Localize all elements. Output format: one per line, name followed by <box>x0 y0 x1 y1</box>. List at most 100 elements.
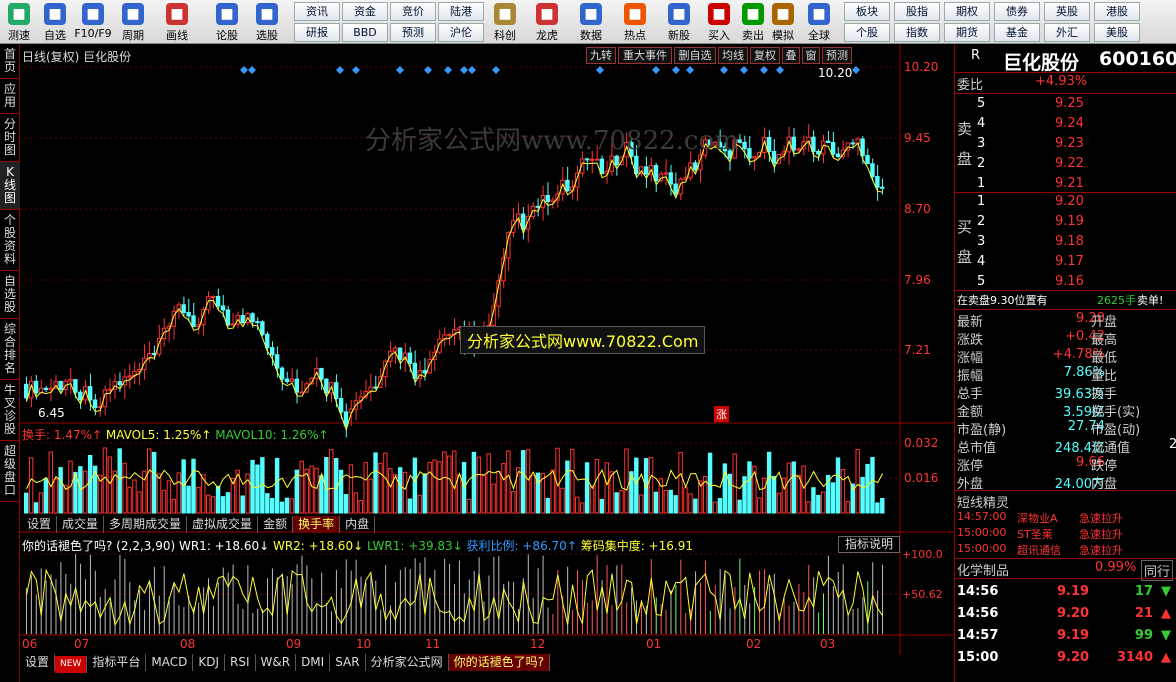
divider <box>955 490 1176 491</box>
toolbar-stock-pick-button[interactable]: ■ 选股 <box>248 0 286 44</box>
grid1-button[interactable]: 资金 <box>342 2 388 21</box>
candle-body <box>319 367 324 380</box>
quote-row: 14:56 9.19 17 ▼ <box>955 584 1176 602</box>
side-tab[interactable]: 自选股 <box>0 271 20 319</box>
stat-label2: 最低 <box>1091 351 1118 366</box>
candle-body <box>757 152 762 158</box>
quote-row: 14:56 9.20 21 ▲ <box>955 606 1176 624</box>
volume-tab[interactable]: 成交量 <box>57 516 105 533</box>
toolbar-ipo-button[interactable]: ■ 新股 <box>660 0 698 44</box>
volume-bar <box>102 447 108 514</box>
header-button[interactable]: 九转 <box>586 47 616 64</box>
side-tab[interactable]: 牛叉诊股 <box>0 380 20 441</box>
toolbar-star-button[interactable]: ■ 自选 <box>36 0 74 44</box>
grid1-button[interactable]: 陆港 <box>438 2 484 21</box>
volume-tab[interactable]: 多周期成交量 <box>104 516 188 533</box>
indicator-tab[interactable]: 你的话褪色了吗? <box>448 654 550 671</box>
header-button[interactable]: 叠 <box>782 47 800 64</box>
volume-bar <box>570 448 575 514</box>
side-tab[interactable]: 个股资料 <box>0 210 20 271</box>
candle-body <box>368 386 373 392</box>
toolbar-speed-test-button[interactable]: ■ 测速 <box>0 0 38 44</box>
header-button[interactable]: 窗 <box>802 47 820 64</box>
toolbar-dragon-tiger-button[interactable]: ■ 龙虎 <box>528 0 566 44</box>
vol-tick-label: 0.032 <box>904 436 938 450</box>
indicator-tab[interactable]: W&R <box>256 654 297 671</box>
volume-bar <box>206 494 211 514</box>
candle-body <box>545 194 550 202</box>
toolbar-hot-button[interactable]: ■ 热点 <box>616 0 654 44</box>
volume-tab[interactable]: 内盘 <box>340 516 376 533</box>
toolbar-data-button[interactable]: ■ 数据 <box>572 0 610 44</box>
candle-body <box>766 136 772 152</box>
grid1-button[interactable]: 沪伦 <box>438 23 484 42</box>
indicator-tab[interactable]: DMI <box>296 654 331 671</box>
grid1-button[interactable]: 竞价 <box>390 2 436 21</box>
volume-bar <box>771 475 777 514</box>
header-button[interactable]: 删自选 <box>674 47 716 64</box>
grid1-button[interactable]: 研报 <box>294 23 340 42</box>
side-tab[interactable]: K线图 <box>0 162 20 210</box>
grid2-button[interactable]: 港股 <box>1094 2 1140 21</box>
indicator-tab[interactable]: SAR <box>330 654 366 671</box>
indicator-tab[interactable]: 设置 <box>20 654 56 671</box>
grid2-button[interactable]: 期货 <box>944 23 990 42</box>
candle-body <box>309 377 314 385</box>
side-tab[interactable]: 应用 <box>0 79 20 114</box>
volume-bar <box>678 452 683 514</box>
grid2-button[interactable]: 美股 <box>1094 23 1140 42</box>
side-tab[interactable]: 分时图 <box>0 114 20 162</box>
volume-tab[interactable]: 设置 <box>22 516 58 533</box>
indicator-tab[interactable]: MACD <box>146 654 194 671</box>
volume-bar <box>486 453 491 514</box>
toolbar-simulate-button[interactable]: ■ 模拟 <box>764 0 802 44</box>
indicator-tab[interactable]: 指标平台 <box>87 654 147 671</box>
mavol10-value: MAVOL10: 1.26%↑ <box>215 428 329 442</box>
grid2-button[interactable]: 指数 <box>894 23 940 42</box>
indicator-tab[interactable]: KDJ <box>193 654 225 671</box>
toolbar-star-board-button[interactable]: ■ 科创 <box>486 0 524 44</box>
grid2-button[interactable]: 板块 <box>844 2 890 21</box>
indicator-tab[interactable]: RSI <box>225 654 256 671</box>
grid2-button[interactable]: 个股 <box>844 23 890 42</box>
grid2-button[interactable]: 期权 <box>944 2 990 21</box>
volume-bar <box>737 499 742 514</box>
candle-body <box>299 391 304 394</box>
grid2-button[interactable]: 股指 <box>894 2 940 21</box>
indicator-help-button[interactable]: 指标说明 <box>838 536 900 553</box>
sell-price: 9.21 <box>1055 176 1084 191</box>
volume-bar <box>186 485 191 514</box>
side-tab[interactable]: 首页 <box>0 44 20 79</box>
toolbar-clock-button[interactable]: ■ 周期 <box>114 0 152 44</box>
toolbar-forum-button[interactable]: ■ 论股 <box>208 0 246 44</box>
grid1-button[interactable]: 资讯 <box>294 2 340 21</box>
candle-body <box>643 166 649 175</box>
grid1-button[interactable]: 预测 <box>390 23 436 42</box>
grid2-button[interactable]: 债券 <box>994 2 1040 21</box>
grid2-button[interactable]: 基金 <box>994 23 1040 42</box>
indicator-tab[interactable]: NEW <box>55 656 88 673</box>
header-button[interactable]: 复权 <box>750 47 780 64</box>
side-tab[interactable]: 综合排名 <box>0 319 20 380</box>
volume-tab[interactable]: 虚拟成交量 <box>187 516 259 533</box>
event-diamond-icon <box>596 66 604 74</box>
header-button[interactable]: 重大事件 <box>618 47 672 64</box>
grid2-button[interactable]: 英股 <box>1044 2 1090 21</box>
header-button[interactable]: 均线 <box>718 47 748 64</box>
volume-bar <box>58 467 63 514</box>
grid1-button[interactable]: BBD <box>342 23 388 42</box>
volume-tab[interactable]: 换手率 <box>293 516 341 533</box>
toolbar-f10-button[interactable]: ■ F10/F9 <box>74 0 112 44</box>
volume-bar <box>816 494 821 514</box>
toolbar-buy-button[interactable]: ■ 买入 <box>700 0 738 44</box>
volume-tab[interactable]: 金额 <box>258 516 294 533</box>
indicator-tab[interactable]: 分析家公式网 <box>366 654 449 671</box>
side-tab[interactable]: 超级盘口 <box>0 441 20 502</box>
toolbar-pencil-button[interactable]: ■ 画线 <box>158 0 196 44</box>
toolbar-globe-button[interactable]: ■ 全球 <box>800 0 838 44</box>
volume-bar <box>97 474 103 514</box>
volume-bar <box>653 491 659 514</box>
grid2-button[interactable]: 外汇 <box>1044 23 1090 42</box>
month-label: 02 <box>746 637 761 651</box>
header-button[interactable]: 预测 <box>822 47 852 64</box>
